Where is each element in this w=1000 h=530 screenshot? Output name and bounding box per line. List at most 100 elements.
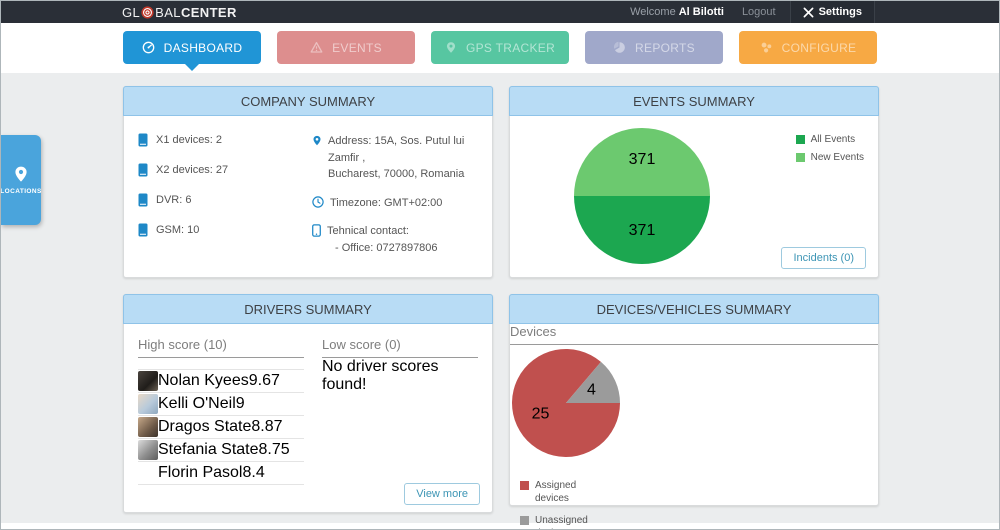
logout-link[interactable]: Logout xyxy=(742,6,776,18)
tab-events[interactable]: EVENTS xyxy=(277,31,415,64)
address-line: Address: 15A, Sos. Putul lui Zamfir ,Buc… xyxy=(312,133,478,183)
driver-score: 8.75 xyxy=(259,441,290,459)
pie-slice-value: 371 xyxy=(629,151,656,168)
locations-side-tab[interactable]: LOCATIONS xyxy=(1,135,41,225)
legend-label: All Events xyxy=(811,134,855,145)
list-item: X2 devices: 27 xyxy=(138,163,286,177)
dashboard-screen: GL BALCENTER WelcomeAl Bilotti Logout Se… xyxy=(0,0,1000,530)
high-score-heading: High score (10) xyxy=(138,337,304,358)
warning-triangle-icon xyxy=(310,41,323,54)
tab-label: GPS TRACKER xyxy=(466,41,555,55)
legend-item: Assigned devices xyxy=(520,480,598,505)
device-icon xyxy=(138,163,148,177)
drivers-summary-body: High score (10) Nolan Kyees9.67Kelli O'N… xyxy=(124,324,492,515)
driver-name: Nolan Kyees xyxy=(158,372,249,390)
no-scores-message: No driver scores found! xyxy=(322,358,478,394)
devices-pie-row: 25 4 Assigned devices Unassigned devices xyxy=(510,345,878,530)
contact-line: Tehnical contact:- Office: 0727897806 xyxy=(312,223,478,256)
legend-swatch xyxy=(796,153,805,162)
legend-label: Unassigned devices xyxy=(535,515,598,530)
pie-slice-value: 4 xyxy=(587,382,596,399)
view-more-button[interactable]: View more xyxy=(404,483,480,505)
welcome-text: WelcomeAl Bilotti xyxy=(630,6,724,18)
company-info: Address: 15A, Sos. Putul lui Zamfir ,Buc… xyxy=(286,133,478,256)
devices-vehicles-summary-card: DEVICES/VEHICLES SUMMARY Devices 25 4 Ass… xyxy=(509,294,879,506)
low-score-heading: Low score (0) xyxy=(322,337,478,358)
legend-label: New Events xyxy=(811,152,864,163)
devices-vehicles-title: DEVICES/VEHICLES SUMMARY xyxy=(509,294,879,324)
tab-label: DASHBOARD xyxy=(164,41,243,55)
list-item: GSM: 10 xyxy=(138,223,286,237)
driver-name: Florin Pasol xyxy=(158,464,242,482)
tab-reports[interactable]: REPORTS xyxy=(585,31,723,64)
map-pin-icon xyxy=(312,134,322,147)
events-summary-body: 371 371 All Events New Events Incidents (0… xyxy=(510,116,878,279)
brand-text-pre: GL xyxy=(122,5,140,20)
driver-score: 9.67 xyxy=(249,372,280,390)
phone-icon xyxy=(312,224,321,237)
legend-item: All Events xyxy=(796,134,864,145)
events-summary-title: EVENTS SUMMARY xyxy=(509,86,879,116)
gears-icon xyxy=(760,41,773,54)
drivers-summary-card: DRIVERS SUMMARY High score (10) Nolan Ky… xyxy=(123,294,493,513)
map-pin-icon xyxy=(445,41,457,54)
driver-row: Nolan Kyees9.67 xyxy=(138,370,304,393)
driver-score: 9 xyxy=(236,395,245,413)
tab-dashboard[interactable]: DASHBOARD xyxy=(123,31,261,64)
header-right: WelcomeAl Bilotti Logout Settings xyxy=(630,1,875,23)
driver-row: Dragos State8.87 xyxy=(138,416,304,439)
pie-slice-value: 371 xyxy=(629,222,656,239)
devices-column: Devices 25 4 Assigned devices Unassigned d… xyxy=(510,324,878,530)
driver-avatar xyxy=(138,417,158,437)
legend-swatch xyxy=(520,481,529,490)
company-device-list: X1 devices: 2 X2 devices: 27 DVR: 6 GSM:… xyxy=(138,133,286,256)
main-content: LOCATIONS COMPANY SUMMARY X1 devices: 2 … xyxy=(1,73,999,523)
user-name: Al Bilotti xyxy=(679,6,724,18)
brand-logo: GL BALCENTER xyxy=(122,5,237,20)
legend-swatch xyxy=(796,135,805,144)
devices-pie-legend: Assigned devices Unassigned devices xyxy=(520,480,598,530)
brand-text-post: BAL xyxy=(155,5,181,20)
settings-button[interactable]: Settings xyxy=(790,1,875,23)
location-pin-icon xyxy=(13,165,29,183)
events-summary-card: EVENTS SUMMARY 371 371 All Events New Even… xyxy=(509,86,879,278)
gauge-icon xyxy=(142,41,155,54)
driver-avatar xyxy=(138,394,158,414)
devices-heading: Devices xyxy=(510,324,878,345)
locations-label: LOCATIONS xyxy=(0,188,41,195)
bullseye-icon xyxy=(141,6,154,19)
driver-name: Dragos State xyxy=(158,418,251,436)
driver-row: Florin Pasol8.4 xyxy=(138,462,304,485)
brand-text-bold: CENTER xyxy=(181,5,237,20)
company-summary-body: X1 devices: 2 X2 devices: 27 DVR: 6 GSM:… xyxy=(124,116,492,256)
nav-tabs: DASHBOARD EVENTS GPS TRACKER xyxy=(123,31,877,64)
driver-score: 8.4 xyxy=(242,464,264,482)
device-icon xyxy=(138,133,148,147)
company-summary-title: COMPANY SUMMARY xyxy=(123,86,493,116)
device-icon xyxy=(138,193,148,207)
tab-label: EVENTS xyxy=(332,41,382,55)
driver-name: Kelli O'Neil xyxy=(158,395,236,413)
driver-score: 8.87 xyxy=(251,418,282,436)
legend-swatch xyxy=(520,516,529,525)
legend-item: Unassigned devices xyxy=(520,515,598,530)
legend-label: Assigned devices xyxy=(535,480,598,505)
clock-icon xyxy=(312,196,324,208)
tab-configure[interactable]: CONFIGURE xyxy=(739,31,877,64)
drivers-summary-title: DRIVERS SUMMARY xyxy=(123,294,493,324)
incidents-button[interactable]: Incidents (0) xyxy=(781,247,866,269)
devices-vehicles-body: Devices 25 4 Assigned devices Unassigned d… xyxy=(510,324,878,530)
tab-label: REPORTS xyxy=(635,41,695,55)
tools-icon xyxy=(803,7,814,18)
driver-avatar xyxy=(138,463,158,483)
pie-slice-value: 25 xyxy=(532,405,550,422)
driver-avatar xyxy=(138,371,158,391)
driver-row: Kelli O'Neil9 xyxy=(138,393,304,416)
tab-label: CONFIGURE xyxy=(782,41,857,55)
tab-gps-tracker[interactable]: GPS TRACKER xyxy=(431,31,569,64)
legend-item: New Events xyxy=(796,152,864,163)
pie-chart-icon xyxy=(613,41,626,54)
events-pie-chart: 371 371 xyxy=(572,126,712,266)
company-summary-card: COMPANY SUMMARY X1 devices: 2 X2 devices… xyxy=(123,86,493,278)
devices-pie-chart: 25 4 xyxy=(510,345,622,461)
